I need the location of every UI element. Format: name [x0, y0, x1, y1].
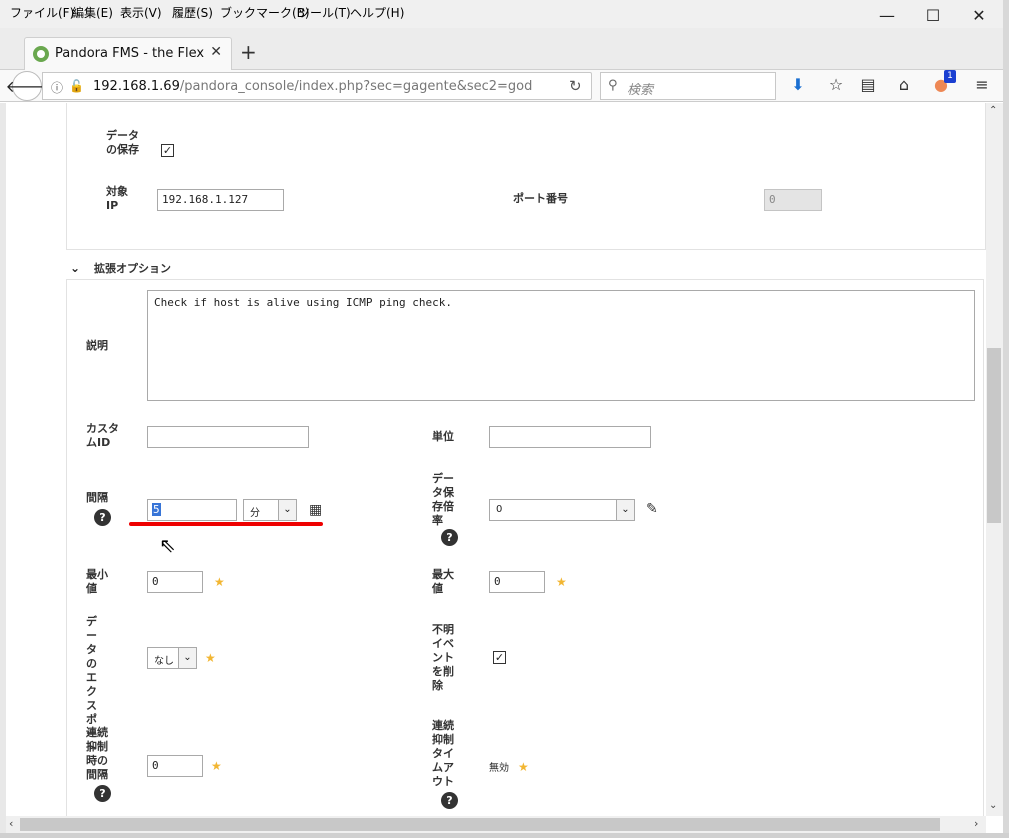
interval-value-selected: 5	[152, 503, 161, 516]
url-path: /pandora_console/index.php?sec=gagente&s…	[179, 79, 533, 94]
url-text[interactable]: 192.168.1.69/pandora_console/index.php?s…	[93, 79, 533, 94]
scroll-up-icon[interactable]: ⌃	[989, 105, 997, 116]
close-tab-icon[interactable]: ✕	[210, 44, 222, 60]
insecure-lock-icon[interactable]: 🔓	[69, 79, 84, 93]
chevron-down-icon[interactable]: ⌄	[70, 261, 80, 275]
menu-edit[interactable]: 編集(E)	[72, 4, 113, 21]
description-textarea[interactable]: Check if host is alive using ICMP ping c…	[147, 290, 975, 401]
custom-id-label: カスタムID	[86, 422, 119, 449]
window-bottom-edge	[0, 833, 1009, 838]
scroll-right-icon[interactable]: ›	[974, 817, 978, 830]
menu-view[interactable]: 表示(V)	[120, 4, 162, 21]
post-process-value: 0	[496, 504, 503, 515]
basic-options-panel	[66, 103, 986, 250]
search-icon: ⚲	[608, 78, 618, 93]
pandora-favicon-icon	[33, 46, 49, 62]
window-right-edge	[1003, 0, 1009, 838]
ff-timeout-help-icon[interactable]: ?	[441, 792, 458, 809]
download-icon[interactable]: ⬇	[787, 75, 809, 94]
star-icon: ★	[205, 651, 216, 665]
post-process-help-icon[interactable]: ?	[441, 529, 458, 546]
ff-interval-label: 連続抑制時の間隔	[86, 726, 108, 781]
maximize-button[interactable]: ☐	[910, 0, 956, 30]
back-button[interactable]: 🡐	[6, 71, 48, 101]
unit-input[interactable]	[489, 426, 651, 448]
page-content: データの保存 ✓ 対象IP 192.168.1.127 ポート番号 0 ⌄ 拡張…	[6, 103, 986, 816]
horizontal-scrollbar[interactable]: ‹ ›	[6, 816, 986, 833]
star-icon: ★	[518, 760, 529, 774]
port-label: ポート番号	[513, 192, 568, 205]
target-ip-input[interactable]: 192.168.1.127	[157, 189, 284, 211]
max-label: 最大値	[432, 568, 454, 595]
home-icon[interactable]: ⌂	[893, 75, 915, 94]
ff-timeout-value: 無効	[489, 763, 509, 774]
scroll-left-icon[interactable]: ‹	[9, 817, 13, 830]
vertical-scroll-thumb[interactable]	[987, 348, 1001, 523]
vertical-scrollbar[interactable]: ⌃ ⌄	[986, 103, 1003, 816]
menu-hamburger-icon[interactable]: ≡	[971, 75, 993, 94]
target-ip-label: 対象IP	[106, 185, 128, 212]
new-tab-button[interactable]: +	[240, 40, 257, 64]
tab-pandora[interactable]: Pandora FMS - the Flexible M ✕	[24, 37, 232, 70]
menu-bar: ファイル(F) 編集(E) 表示(V) 履歴(S) ブックマーク(B) ツール(…	[0, 0, 1009, 28]
data-save-checkbox[interactable]: ✓	[161, 144, 174, 157]
close-window-button[interactable]: ✕	[956, 0, 1002, 30]
ff-interval-help-icon[interactable]: ?	[94, 785, 111, 802]
window-left-edge	[0, 103, 6, 833]
calculator-icon[interactable]: ▦	[309, 502, 322, 518]
interval-unit-value: 分	[250, 508, 260, 519]
tab-title: Pandora FMS - the Flexible M	[55, 46, 205, 61]
reading-list-icon[interactable]: ▤	[857, 75, 879, 94]
reload-icon[interactable]: ↻	[569, 77, 582, 95]
menu-history[interactable]: 履歴(S)	[172, 4, 213, 21]
discard-unknown-checkbox[interactable]: ✓	[493, 651, 506, 664]
bookmark-star-icon[interactable]: ☆	[825, 75, 847, 94]
star-icon: ★	[214, 575, 225, 589]
advanced-options-header[interactable]: 拡張オプション	[94, 260, 171, 276]
min-label: 最小値	[86, 568, 108, 595]
menu-bookmarks[interactable]: ブックマーク(B)	[220, 4, 310, 21]
minimize-button[interactable]: —	[864, 0, 910, 30]
chevron-down-icon: ⌄	[616, 500, 634, 520]
interval-unit-select[interactable]: 分 ⌄	[243, 499, 297, 521]
info-icon[interactable]: ⓘ	[51, 79, 63, 96]
post-process-select[interactable]: 0 ⌄	[489, 499, 635, 521]
menu-tools[interactable]: ツール(T)	[298, 4, 351, 21]
url-bar[interactable]: ⓘ 🔓 192.168.1.69/pandora_console/index.p…	[42, 72, 592, 100]
scroll-down-icon[interactable]: ⌄	[989, 800, 997, 811]
discard-unknown-label: 不明イベントを削除	[432, 623, 454, 692]
description-label: 説明	[86, 339, 108, 352]
chevron-down-icon: ⌄	[178, 648, 196, 668]
search-bar[interactable]: ⚲ 検索	[600, 72, 776, 100]
menu-file[interactable]: ファイル(F)	[10, 4, 74, 21]
export-value: なし	[154, 656, 174, 667]
min-input[interactable]: 0	[147, 571, 203, 593]
pencil-icon[interactable]: ✎	[646, 501, 658, 517]
ff-timeout-label: 連続抑制タイムアウト	[432, 719, 454, 788]
star-icon: ★	[211, 759, 222, 773]
menu-help[interactable]: ヘルプ(H)	[350, 4, 404, 21]
nav-bar: 🡐 ⓘ 🔓 192.168.1.69/pandora_console/index…	[0, 70, 1009, 102]
interval-help-icon[interactable]: ?	[94, 509, 111, 526]
unit-label: 単位	[432, 430, 454, 443]
red-underline-annotation	[129, 522, 323, 526]
notification-badge: 1	[944, 70, 956, 83]
post-process-label: データ保存倍率	[432, 472, 454, 527]
interval-input[interactable]: 5	[147, 499, 237, 521]
data-save-label: データの保存	[106, 129, 139, 156]
url-host: 192.168.1.69	[93, 79, 180, 94]
max-input[interactable]: 0	[489, 571, 545, 593]
port-input: 0	[764, 189, 822, 211]
mouse-cursor-icon: ⇖	[159, 533, 176, 557]
interval-label: 間隔	[86, 491, 108, 504]
star-icon: ★	[556, 575, 567, 589]
chevron-down-icon: ⌄	[278, 500, 296, 520]
tab-strip: Pandora FMS - the Flexible M ✕ +	[0, 28, 1009, 70]
custom-id-input[interactable]	[147, 426, 309, 448]
horizontal-scroll-thumb[interactable]	[20, 818, 940, 831]
search-placeholder: 検索	[627, 83, 654, 98]
ff-interval-input[interactable]: 0	[147, 755, 203, 777]
export-select[interactable]: なし ⌄	[147, 647, 197, 669]
